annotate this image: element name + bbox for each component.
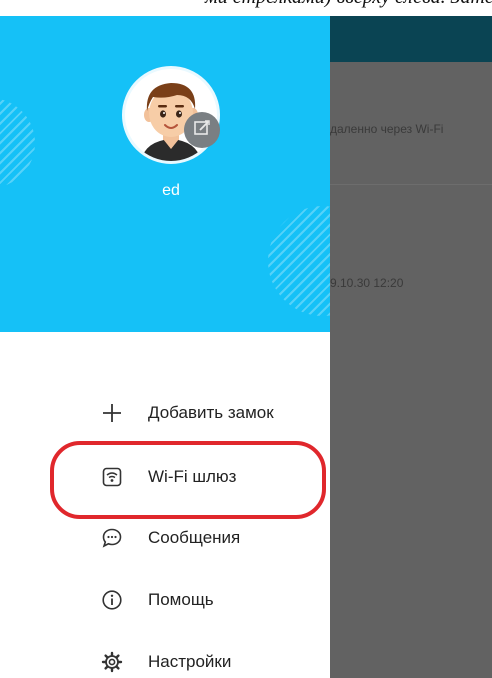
menu-item-add-lock[interactable]: Добавить замок [100, 393, 330, 433]
decorative-circle [0, 98, 35, 188]
menu-item-label: Добавить замок [148, 403, 274, 422]
menu-item-messages[interactable]: Сообщения [100, 518, 330, 558]
menu-item-help[interactable]: Помощь [100, 580, 330, 620]
menu-item-settings[interactable]: Настройки [100, 642, 330, 678]
navigation-drawer: ed Добавить замок Wi-Fi шлюз Сообщения П… [0, 16, 330, 678]
chat-bubble-icon [100, 526, 124, 550]
background-row-timestamp: 9.10.30 12:20 [330, 276, 404, 290]
background-app-bar [330, 16, 492, 62]
drawer-header: ed [0, 16, 330, 332]
edit-avatar-button[interactable] [184, 112, 220, 148]
info-icon [100, 588, 124, 612]
menu-item-wifi-gateway[interactable]: Wi-Fi шлюз [100, 457, 330, 497]
background-row-text: даленно через Wi-Fi [330, 122, 444, 136]
decorative-circle [268, 206, 330, 316]
edit-icon [193, 119, 211, 142]
plus-icon [100, 401, 124, 425]
top-caption-strip: ми стрелками) вверху слева. Затем нажмит… [0, 0, 492, 16]
menu-item-label: Сообщения [148, 528, 241, 547]
username-label: ed [162, 182, 180, 199]
background-app-overlay[interactable]: даленно через Wi-Fi 9.10.30 12:20 [330, 16, 492, 678]
menu-item-label: Помощь [148, 590, 214, 609]
menu-item-label: Настройки [148, 652, 232, 671]
menu-item-label: Wi-Fi шлюз [148, 467, 237, 486]
background-divider [330, 184, 492, 185]
wifi-gateway-icon [100, 465, 124, 489]
top-caption-text: ми стрелками) вверху слева. Затем нажмит… [205, 0, 492, 9]
gear-icon [100, 650, 124, 674]
